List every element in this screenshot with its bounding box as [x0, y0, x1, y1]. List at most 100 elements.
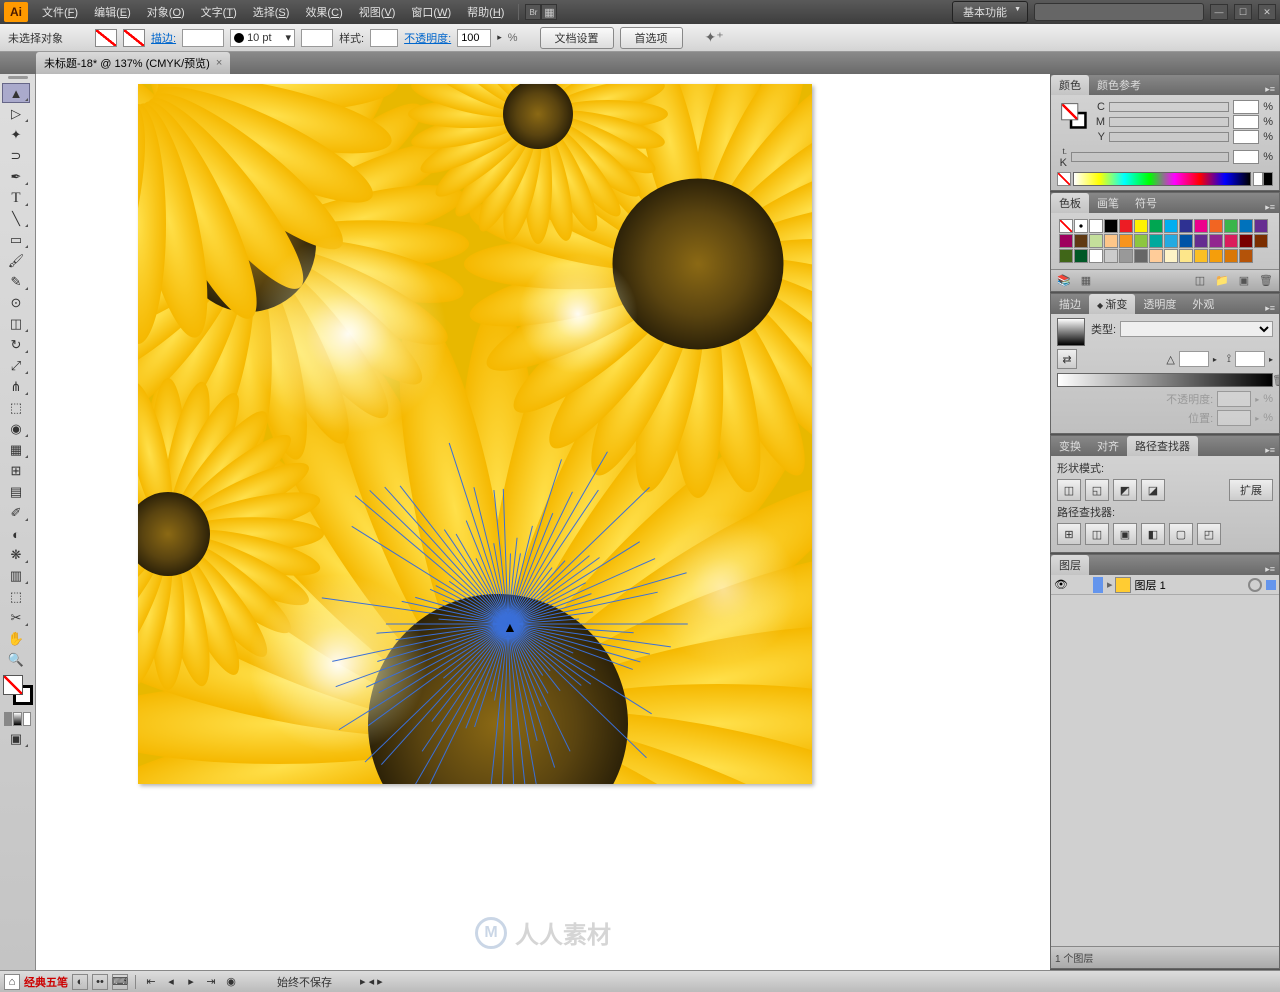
- minus-back-button[interactable]: ◰: [1197, 523, 1221, 545]
- tab-layers[interactable]: 图层: [1051, 555, 1089, 575]
- perspective-tool[interactable]: ▦: [2, 440, 30, 460]
- ime-mode-icon[interactable]: ◐: [72, 974, 88, 990]
- swatch[interactable]: [1194, 219, 1208, 233]
- expand-arrow-icon[interactable]: ▸: [1107, 578, 1113, 591]
- tab-swatches[interactable]: 色板: [1051, 193, 1089, 213]
- artboard-tool[interactable]: ⬚: [2, 587, 30, 607]
- selection-tool[interactable]: ▲: [2, 83, 30, 103]
- fill-stroke-control[interactable]: [3, 675, 33, 705]
- intersect-button[interactable]: ◩: [1113, 479, 1137, 501]
- shape-builder-tool[interactable]: ◉: [2, 419, 30, 439]
- tab-color[interactable]: 颜色: [1051, 75, 1089, 95]
- style-dropdown[interactable]: [370, 29, 398, 47]
- mesh-tool[interactable]: ⊞: [2, 461, 30, 481]
- swatch[interactable]: [1179, 249, 1193, 263]
- workspace-selector[interactable]: 基本功能: [952, 1, 1028, 23]
- canvas[interactable]: // generate petals (function(){ var ps=d…: [36, 74, 1050, 970]
- symbol-sprayer-tool[interactable]: ❋: [2, 545, 30, 565]
- swatch[interactable]: [1164, 234, 1178, 248]
- zoom-tool[interactable]: 🔍: [2, 650, 30, 670]
- unite-button[interactable]: ◫: [1057, 479, 1081, 501]
- swatch[interactable]: [1119, 249, 1133, 263]
- tab-transparency[interactable]: 透明度: [1135, 294, 1184, 314]
- arrange-icon[interactable]: ▦: [541, 4, 557, 20]
- swatch[interactable]: [1239, 234, 1253, 248]
- rotate-tool[interactable]: ↻: [2, 335, 30, 355]
- swatch[interactable]: [1149, 249, 1163, 263]
- gradient-ratio-input[interactable]: [1235, 351, 1265, 367]
- scale-tool[interactable]: ⤢: [2, 356, 30, 376]
- direct-selection-tool[interactable]: ▷: [2, 104, 30, 124]
- screen-mode-tool[interactable]: ▣: [2, 729, 30, 749]
- swatch[interactable]: [1134, 234, 1148, 248]
- cmyk-Y-input[interactable]: [1233, 130, 1259, 144]
- gradient-preview[interactable]: [1057, 318, 1085, 346]
- layer-name[interactable]: 图层 1: [1131, 577, 1248, 593]
- graph-tool[interactable]: ▥: [2, 566, 30, 586]
- swatch-options-icon[interactable]: ◫: [1191, 273, 1209, 289]
- swatch[interactable]: [1254, 219, 1268, 233]
- document-setup-button[interactable]: 文档设置: [540, 27, 614, 49]
- swatch-library-icon[interactable]: 📚: [1055, 273, 1073, 289]
- tab-transform[interactable]: 变换: [1051, 436, 1089, 456]
- cmyk-Y-slider[interactable]: [1109, 132, 1229, 142]
- cmyk-M-slider[interactable]: [1109, 117, 1229, 127]
- menu-o[interactable]: 对象(O): [139, 4, 193, 20]
- swatch[interactable]: [1104, 234, 1118, 248]
- menu-w[interactable]: 窗口(W): [403, 4, 459, 20]
- swatch-menu-icon[interactable]: ▦: [1077, 273, 1095, 289]
- fill-swatch[interactable]: [95, 29, 117, 47]
- swatch[interactable]: [1059, 249, 1073, 263]
- swatch[interactable]: [1209, 249, 1223, 263]
- search-input[interactable]: [1034, 3, 1204, 21]
- brush-dropdown[interactable]: [301, 29, 333, 47]
- eraser-tool[interactable]: ◫: [2, 314, 30, 334]
- swatch[interactable]: [1119, 234, 1133, 248]
- maximize-button[interactable]: ☐: [1234, 4, 1252, 20]
- swatch[interactable]: [1104, 249, 1118, 263]
- menu-h[interactable]: 帮助(H): [459, 4, 512, 20]
- eyedropper-tool[interactable]: ✐: [2, 503, 30, 523]
- menu-e[interactable]: 编辑(E): [86, 4, 139, 20]
- swatch[interactable]: [1179, 219, 1193, 233]
- ime-keyboard-icon[interactable]: ⌨: [112, 974, 128, 990]
- swatch[interactable]: [1134, 249, 1148, 263]
- expand-button[interactable]: 扩展: [1229, 479, 1273, 501]
- tab-brushes[interactable]: 画笔: [1089, 193, 1127, 213]
- swatch[interactable]: [1224, 234, 1238, 248]
- tab-align[interactable]: 对齐: [1089, 436, 1127, 456]
- close-button[interactable]: ✕: [1258, 4, 1276, 20]
- swatch[interactable]: [1089, 249, 1103, 263]
- new-swatch-icon[interactable]: ▣: [1235, 273, 1253, 289]
- delete-swatch-icon[interactable]: 🗑: [1257, 273, 1275, 289]
- menu-v[interactable]: 视图(V): [351, 4, 404, 20]
- document-tab[interactable]: 未标题-18* @ 137% (CMYK/预览) ×: [36, 52, 230, 74]
- bridge-icon[interactable]: Br: [525, 4, 541, 20]
- prev-icon[interactable]: ◂: [163, 974, 179, 990]
- swatch[interactable]: [1164, 249, 1178, 263]
- line-tool[interactable]: ╲: [2, 209, 30, 229]
- visibility-toggle-icon[interactable]: 👁: [1051, 578, 1071, 591]
- panel-menu-icon[interactable]: ▸≡: [1261, 445, 1279, 456]
- target-icon[interactable]: [1248, 578, 1262, 592]
- gradient-tool[interactable]: ▤: [2, 482, 30, 502]
- tab-symbols[interactable]: 符号: [1127, 193, 1165, 213]
- swatch[interactable]: [1149, 234, 1163, 248]
- new-group-icon[interactable]: 📁: [1213, 273, 1231, 289]
- cmyk-K-input[interactable]: [1233, 150, 1259, 164]
- width-tool[interactable]: ⋔: [2, 377, 30, 397]
- trim-button[interactable]: ◫: [1085, 523, 1109, 545]
- reverse-gradient-icon[interactable]: ⇄: [1057, 349, 1077, 369]
- crop-button[interactable]: ◧: [1141, 523, 1165, 545]
- preferences-button[interactable]: 首选项: [620, 27, 683, 49]
- swatch[interactable]: [1074, 234, 1088, 248]
- swatch[interactable]: [1239, 219, 1253, 233]
- swatch-reg[interactable]: [1074, 219, 1088, 233]
- slice-tool[interactable]: ✂: [2, 608, 30, 628]
- swatch[interactable]: [1149, 219, 1163, 233]
- swatch[interactable]: [1209, 234, 1223, 248]
- blend-tool[interactable]: ◐: [2, 524, 30, 544]
- cmyk-C-input[interactable]: [1233, 100, 1259, 114]
- panel-menu-icon[interactable]: ▸≡: [1261, 202, 1279, 213]
- next-icon[interactable]: ▸: [183, 974, 199, 990]
